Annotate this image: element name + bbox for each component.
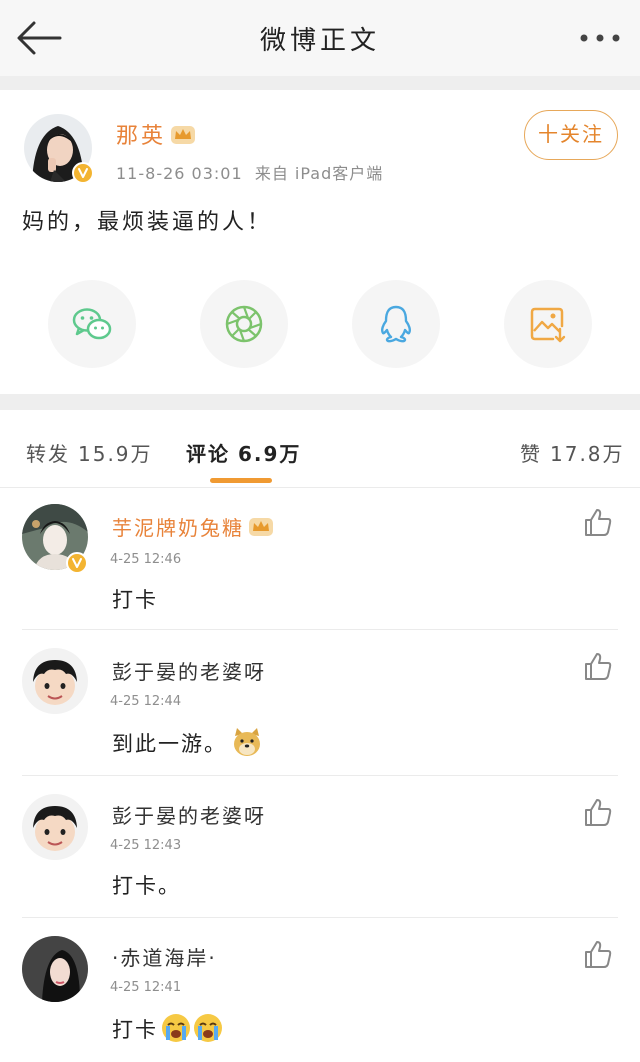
comment-item: 彭于晏的老婆呀 4-25 12:43 打卡。 (0, 776, 640, 918)
weibo-post: 那英 11-8-26 03:01 来自 iPad客户端 十关注 妈的，最烦装逼的… (0, 90, 640, 394)
comment-count: 6.9万 (238, 442, 302, 466)
thumbs-up-icon (585, 509, 612, 536)
post-source: 来自 iPad客户端 (254, 164, 384, 183)
tab-likes[interactable]: 赞 17.8万 (520, 438, 625, 467)
comment-item: 芋泥牌奶兔糖 4-25 12:46 打卡 (0, 488, 640, 630)
comment-time: 4-25 12:43 (110, 838, 182, 853)
comment-item: ·赤道海岸· 4-25 12:41 打卡 (0, 918, 640, 1062)
commenter-name[interactable]: 芋泥牌奶兔糖 (112, 512, 274, 541)
post-meta: 11-8-26 03:01 来自 iPad客户端 (116, 160, 383, 184)
post-time: 11-8-26 03:01 (116, 164, 243, 183)
crying-emoji-icon (194, 1014, 222, 1042)
share-moments-button[interactable] (200, 280, 288, 368)
verified-badge-icon (72, 162, 94, 184)
follow-button[interactable]: 十关注 (524, 110, 618, 160)
post-text: 妈的，最烦装逼的人！ (22, 210, 273, 235)
share-qq-button[interactable] (352, 280, 440, 368)
doge-emoji-icon (234, 728, 260, 756)
commenter-name[interactable]: ·赤道海岸· (112, 942, 217, 971)
interaction-tabs: 转发 15.9万 评论 6.9万 赞 17.8万 (0, 410, 640, 488)
commenter-avatar[interactable] (22, 936, 88, 1002)
comment-time: 4-25 12:46 (110, 552, 182, 567)
comment-text: 打卡 (112, 1012, 224, 1044)
active-tab-indicator (210, 478, 272, 483)
verified-badge-icon (66, 552, 88, 574)
save-image-button[interactable] (504, 280, 592, 368)
commenter-avatar[interactable] (22, 794, 88, 860)
comment-like-button[interactable] (582, 650, 614, 682)
repost-count: 15.9万 (78, 442, 153, 466)
moments-icon (225, 305, 263, 343)
section-gap (0, 394, 640, 410)
comment-like-button[interactable] (582, 796, 614, 828)
vip-crown-icon (171, 126, 196, 144)
thumbs-up-icon (585, 653, 612, 680)
comment-text: 到此一游。 (112, 726, 263, 758)
vip-crown-icon (249, 518, 273, 536)
like-count: 17.8万 (550, 442, 625, 466)
commenter-name[interactable]: 彭于晏的老婆呀 (112, 800, 266, 829)
comment-like-button[interactable] (582, 938, 614, 970)
comment-time: 4-25 12:44 (110, 694, 182, 709)
wechat-icon (72, 308, 112, 340)
commenter-name[interactable]: 彭于晏的老婆呀 (112, 656, 266, 685)
more-dots-icon (580, 34, 620, 42)
comment-text: 打卡 (112, 588, 158, 612)
author-name[interactable]: 那英 (116, 118, 196, 150)
comment-text: 打卡。 (112, 874, 181, 898)
top-nav-bar: 微博正文 (0, 0, 640, 76)
commenter-avatar[interactable] (22, 648, 88, 714)
qq-icon (381, 305, 411, 343)
tab-comments[interactable]: 评论 6.9万 (186, 438, 301, 467)
comment-item: 彭于晏的老婆呀 4-25 12:44 到此一游。 (0, 630, 640, 776)
thumbs-up-icon (585, 941, 612, 968)
crying-emoji-icon (162, 1014, 190, 1042)
share-wechat-button[interactable] (48, 280, 136, 368)
save-image-icon (530, 307, 566, 343)
comment-like-button[interactable] (582, 506, 614, 538)
more-options-button[interactable] (578, 20, 622, 56)
page-title: 微博正文 (259, 26, 380, 56)
section-gap (0, 76, 640, 90)
tab-reposts[interactable]: 转发 15.9万 (26, 438, 153, 467)
comment-time: 4-25 12:41 (110, 980, 182, 995)
thumbs-up-icon (585, 799, 612, 826)
